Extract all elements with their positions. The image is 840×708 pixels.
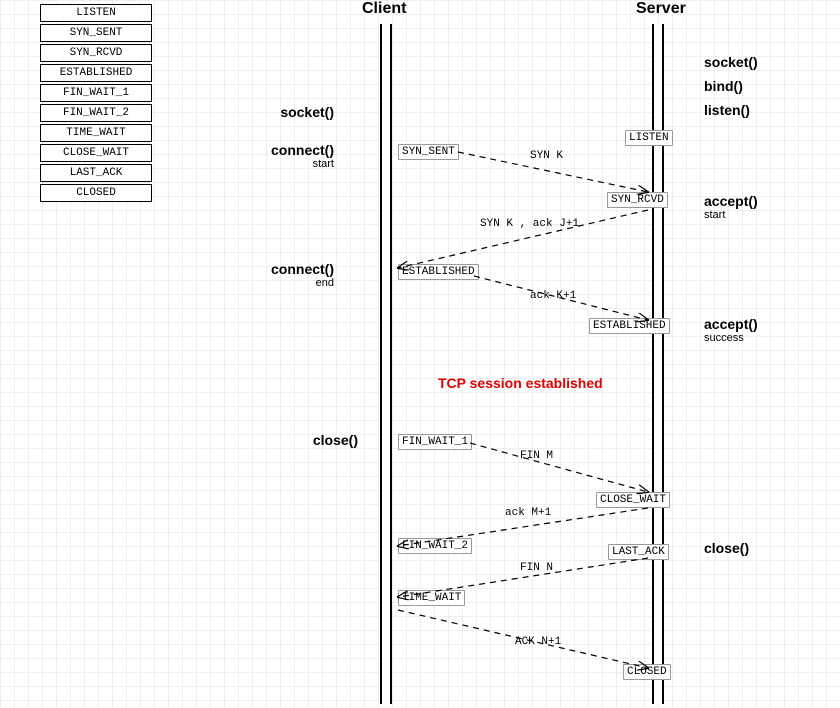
client-api-socket: socket() (244, 104, 334, 120)
state-last-ack: LAST_ACK (608, 544, 669, 560)
msg-syn-k-ack: SYN K , ack J+1 (480, 218, 579, 230)
state-time-wait: TIME_WAIT (398, 590, 465, 606)
state-fin-wait-1: FIN_WAIT_1 (398, 434, 472, 450)
state-legend-item: ESTABLISHED (40, 64, 152, 82)
state-established-server: ESTABLISHED (589, 318, 670, 334)
state-legend-item: CLOSE_WAIT (40, 144, 152, 162)
client-api-connect-start: connect()start (244, 142, 334, 170)
state-close-wait: CLOSE_WAIT (596, 492, 670, 508)
msg-fin-n: FIN N (520, 562, 553, 574)
server-header: Server (636, 0, 686, 18)
msg-ack-n1: ACK N+1 (515, 636, 561, 648)
client-header: Client (362, 0, 406, 18)
server-api-listen: listen() (704, 102, 794, 118)
tcp-states-list: LISTEN SYN_SENT SYN_RCVD ESTABLISHED FIN… (40, 4, 152, 204)
state-closed: CLOSED (623, 664, 671, 680)
server-api-close: close() (704, 540, 794, 556)
state-listen: LISTEN (625, 130, 673, 146)
state-legend-item: SYN_RCVD (40, 44, 152, 62)
server-api-accept-start: accept()start (704, 193, 794, 221)
client-api-close: close() (268, 432, 358, 448)
state-legend-item: FIN_WAIT_2 (40, 104, 152, 122)
state-legend-item: SYN_SENT (40, 24, 152, 42)
msg-ack-k1: ack K+1 (530, 290, 576, 302)
server-api-socket: socket() (704, 54, 794, 70)
state-legend-item: TIME_WAIT (40, 124, 152, 142)
msg-syn-k: SYN K (530, 150, 563, 162)
state-established-client: ESTABLISHED (398, 264, 479, 280)
state-legend-item: LAST_ACK (40, 164, 152, 182)
server-api-accept-ok: accept()success (704, 316, 794, 344)
state-fin-wait-2: FIN_WAIT_2 (398, 538, 472, 554)
state-legend-item: FIN_WAIT_1 (40, 84, 152, 102)
state-syn-sent: SYN_SENT (398, 144, 459, 160)
state-syn-rcvd: SYN_RCVD (607, 192, 668, 208)
msg-ack-m1: ack M+1 (505, 507, 551, 519)
server-lifeline (652, 24, 664, 704)
session-established-label: TCP session established (438, 375, 603, 391)
client-api-connect-end: connect()end (244, 261, 334, 289)
server-api-bind: bind() (704, 78, 794, 94)
msg-fin-m: FIN M (520, 450, 553, 462)
state-legend-item: LISTEN (40, 4, 152, 22)
state-legend-item: CLOSED (40, 184, 152, 202)
client-lifeline (380, 24, 392, 704)
